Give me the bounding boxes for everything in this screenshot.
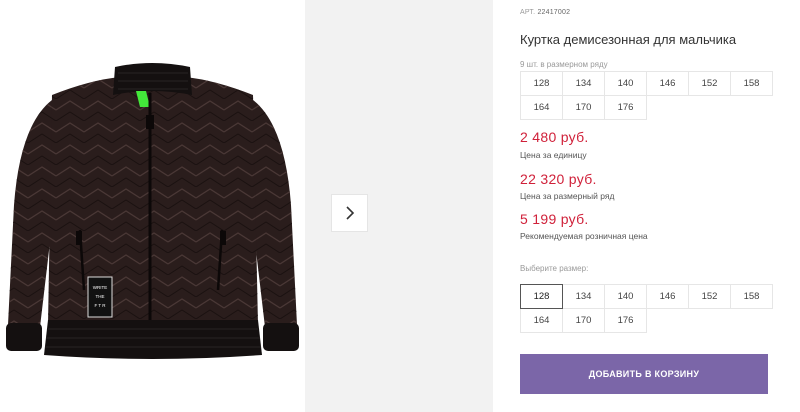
size-select-grid: 128 134 140 146 152 158 164 170 176 (520, 284, 773, 333)
size-option-146[interactable]: 146 (646, 284, 689, 309)
size-row-cell-158: 158 (730, 71, 773, 96)
article-label: АРТ. (520, 9, 536, 16)
patch-line-2: THE (96, 294, 105, 299)
size-option-164[interactable]: 164 (520, 308, 563, 333)
size-row-cell-152: 152 (688, 71, 731, 96)
gallery-next-button[interactable] (331, 194, 368, 232)
article-line: АРТ. 22417002 (520, 9, 570, 16)
unit-price-label: Цена за единицу (520, 150, 587, 160)
retail-price: 5 199 руб. (520, 211, 589, 227)
size-option-158[interactable]: 158 (730, 284, 773, 309)
patch-line-3: F T R (94, 303, 106, 308)
size-row-cell-176: 176 (604, 95, 647, 120)
article-number: 22417002 (537, 9, 571, 16)
size-select-hint: Выберите размер: (520, 264, 589, 273)
size-row-grid: 128 134 140 146 152 158 164 170 176 (520, 71, 773, 120)
size-option-176[interactable]: 176 (604, 308, 647, 333)
product-image-main[interactable]: WRITE THE F T R (0, 0, 305, 412)
size-option-170[interactable]: 170 (562, 308, 605, 333)
add-to-cart-button[interactable]: ДОБАВИТЬ В КОРЗИНУ (520, 354, 768, 394)
unit-price: 2 480 руб. (520, 129, 589, 145)
chevron-right-icon (345, 206, 354, 220)
size-row-hint: 9 шт. в размерном ряду (520, 60, 608, 69)
row-price-label: Цена за размерный ряд (520, 191, 615, 201)
jacket-image: WRITE THE F T R (6, 63, 299, 359)
product-title: Куртка демисезонная для мальчика (520, 32, 737, 47)
size-row-cell-140: 140 (604, 71, 647, 96)
size-option-134[interactable]: 134 (562, 284, 605, 309)
gallery-side-panel (305, 0, 493, 412)
size-row-cell-170: 170 (562, 95, 605, 120)
size-row-cell-146: 146 (646, 71, 689, 96)
patch-line-1: WRITE (93, 285, 108, 290)
size-row-cell-134: 134 (562, 71, 605, 96)
row-price: 22 320 руб. (520, 171, 597, 187)
size-option-128[interactable]: 128 (520, 284, 563, 309)
size-option-152[interactable]: 152 (688, 284, 731, 309)
size-option-140[interactable]: 140 (604, 284, 647, 309)
size-row-cell-164: 164 (520, 95, 563, 120)
size-row-cell-128: 128 (520, 71, 563, 96)
retail-price-label: Рекомендуемая розничная цена (520, 231, 648, 241)
